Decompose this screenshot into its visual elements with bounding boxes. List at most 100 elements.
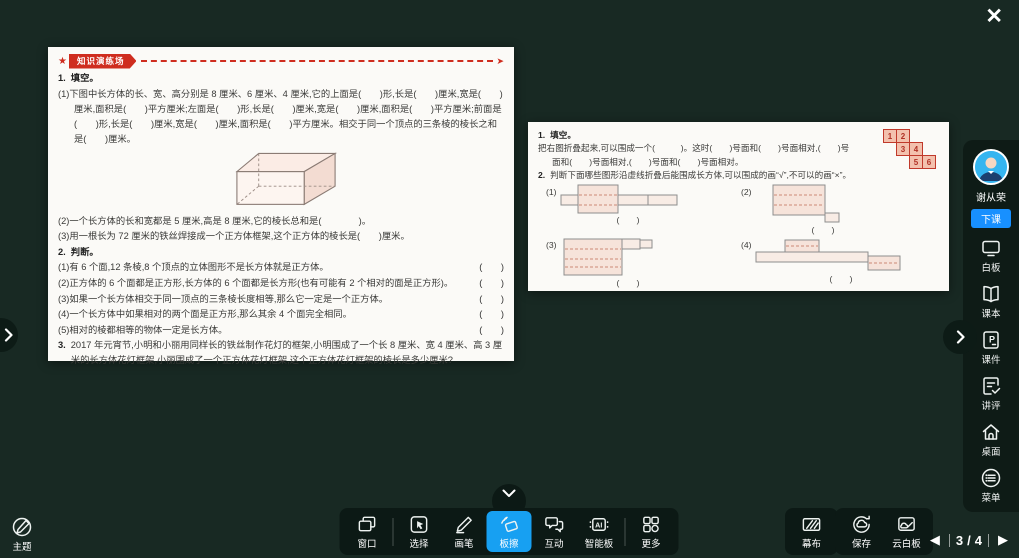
face-number: 1 xyxy=(883,129,897,143)
save-cloud-icon xyxy=(851,514,872,535)
sidebar-item-courseware[interactable]: P 课件 xyxy=(980,329,1002,366)
banner-dash-line xyxy=(141,60,493,62)
net-figure-icon xyxy=(560,184,690,214)
judge-text: (5)相对的棱都相等的物体一定是长方体。 xyxy=(58,323,479,338)
figure-label: (4) xyxy=(741,239,752,252)
question-3: 3. 2017 年元宵节,小明和小丽用同样长的铁丝制作花灯的框架,小明围成了一个… xyxy=(58,338,504,368)
review-icon xyxy=(980,375,1002,397)
expand-left-panel-handle[interactable] xyxy=(0,318,18,352)
judge-text: (4)一个长方体中如果相对的两个面是正方形,那么其余 4 个面完全相同。 xyxy=(58,307,479,322)
tool-pen[interactable]: 画笔 xyxy=(442,511,487,552)
tool-label: 主题 xyxy=(12,539,31,553)
face-number: 2 xyxy=(896,129,910,143)
page-navigator: ◀ 3 / 4 ▶ xyxy=(925,532,1013,548)
cloud-whiteboard-icon xyxy=(896,514,917,535)
sidebar-item-label: 讲评 xyxy=(981,398,1000,412)
pager-divider xyxy=(988,534,989,547)
tool-eraser[interactable]: 板擦 xyxy=(487,511,532,552)
face-number: 6 xyxy=(922,155,936,169)
face-number: 3 xyxy=(896,142,910,156)
fold-figure-2: (2) ( ) xyxy=(741,184,936,237)
answer-bracket: ( ) xyxy=(479,307,504,322)
save-toolbox: 保存 云白板 xyxy=(835,508,933,555)
tool-label: 保存 xyxy=(852,536,871,550)
banner-star-icon: ★ xyxy=(58,56,67,67)
more-icon xyxy=(641,514,662,535)
sidebar-item-label: 课件 xyxy=(981,352,1000,366)
net-figure-icon xyxy=(560,237,670,277)
tool-curtain[interactable]: 幕布 xyxy=(789,511,834,552)
sidebar-item-menu[interactable]: 菜单 xyxy=(980,467,1002,504)
collapse-sidebar-handle[interactable] xyxy=(943,320,977,354)
sidebar-item-label: 课本 xyxy=(981,306,1000,320)
question-1-2: (2)一个长方体的长和宽都是 5 厘米,高是 8 厘米,它的棱长总和是( )。 xyxy=(58,214,504,229)
prev-page-button[interactable]: ◀ xyxy=(925,532,945,548)
textbook-icon xyxy=(980,283,1002,305)
tool-cloud-whiteboard[interactable]: 云白板 xyxy=(884,511,929,552)
fold-figure-1: (1) ( ) xyxy=(546,184,741,237)
tool-select[interactable]: 选择 xyxy=(397,511,442,552)
judge-item: (3)如果一个长方体相交于同一顶点的三条棱长度相等,那么它一定是一个正方体。 (… xyxy=(58,292,504,307)
tool-save[interactable]: 保存 xyxy=(839,511,884,552)
tool-label: 板擦 xyxy=(499,536,518,550)
worksheet-right-panel[interactable]: 1 2 3 4 5 6 1. 填空。 把右图折叠起来,可以围成一个( )。这时(… xyxy=(528,122,949,291)
worksheet-banner: ★ 知识演练场 ➤ xyxy=(58,54,504,68)
answer-bracket: ( ) xyxy=(763,224,883,237)
curtain-toolbox: 幕布 xyxy=(785,508,838,555)
courseware-icon: P xyxy=(980,329,1002,351)
select-icon xyxy=(409,514,430,535)
question-title: 填空。 xyxy=(550,129,576,142)
question-1-heading: 1. 填空。 xyxy=(538,129,939,142)
chevron-right-icon xyxy=(4,328,13,342)
net-figure-icon xyxy=(755,237,905,273)
next-page-button[interactable]: ▶ xyxy=(993,532,1013,548)
close-button[interactable]: ✕ xyxy=(985,6,1003,27)
answer-bracket: ( ) xyxy=(479,260,504,275)
judge-text: (1)有 6 个面,12 条棱,8 个顶点的立体图形不是长方体就是正方体。 xyxy=(58,260,479,275)
theme-button[interactable]: 主题 xyxy=(10,515,34,553)
question-text: 判断下面哪些图形沿虚线折叠后能围成长方体,可以围成的画“√”,不可以的画“×”。 xyxy=(550,169,851,182)
figure-label: (1) xyxy=(546,186,557,199)
sidebar-item-desktop[interactable]: 桌面 xyxy=(980,421,1002,458)
sidebar-item-label: 菜单 xyxy=(981,490,1000,504)
tool-more[interactable]: 更多 xyxy=(629,511,674,552)
smartboard-ai-icon: AI xyxy=(589,514,610,535)
question-number: 3. xyxy=(58,338,66,368)
end-class-button[interactable]: 下课 xyxy=(971,209,1011,228)
question-title: 判断。 xyxy=(71,245,99,260)
answer-bracket: ( ) xyxy=(479,292,504,307)
question-number: 2. xyxy=(538,169,545,182)
worksheet-left-panel[interactable]: ★ 知识演练场 ➤ 1. 填空。 (1)下图中长方体的长、宽、高分别是 8 厘米… xyxy=(48,47,514,361)
banner-title: 知识演练场 xyxy=(69,54,137,69)
answer-bracket: ( ) xyxy=(781,273,901,286)
sidebar-item-label: 白板 xyxy=(981,260,1000,274)
question-title: 填空。 xyxy=(71,71,99,86)
tool-interact[interactable]: 互动 xyxy=(532,511,577,552)
figure-label: (3) xyxy=(546,239,557,252)
tool-label: 云白板 xyxy=(892,536,921,550)
judge-text: (2)正方体的 6 个面都是正方形,长方体的 6 个面都是长方形(也有可能有 2… xyxy=(58,276,479,291)
tool-label: 选择 xyxy=(409,536,428,550)
user-name: 谢从荣 xyxy=(976,189,1006,204)
sidebar-item-textbook[interactable]: 课本 xyxy=(980,283,1002,320)
sidebar-item-review[interactable]: 讲评 xyxy=(980,375,1002,412)
face-number: 5 xyxy=(909,155,923,169)
tool-label: 互动 xyxy=(544,536,563,550)
current-page: 3 xyxy=(954,533,965,548)
judge-item: (5)相对的棱都相等的物体一定是长方体。 ( ) xyxy=(58,323,504,338)
answer-bracket: ( ) xyxy=(479,276,504,291)
sidebar-item-label: 桌面 xyxy=(981,444,1000,458)
tool-label: 窗口 xyxy=(357,536,376,550)
tool-window[interactable]: 窗口 xyxy=(345,511,390,552)
cuboid-figure xyxy=(230,148,504,213)
sidebar-item-whiteboard[interactable]: 白板 xyxy=(980,237,1002,274)
bottom-toolbar: 窗口 选择 画笔 板擦 互动 AI 智能板 xyxy=(340,508,679,555)
answer-bracket: ( ) xyxy=(479,323,504,338)
face-number: 4 xyxy=(909,142,923,156)
menu-icon xyxy=(980,467,1002,489)
question-number: 2. xyxy=(58,245,66,260)
pen-icon xyxy=(454,514,475,535)
tool-smartboard[interactable]: AI 智能板 xyxy=(577,511,622,552)
answer-bracket: ( ) xyxy=(568,214,688,227)
avatar[interactable] xyxy=(973,149,1009,185)
